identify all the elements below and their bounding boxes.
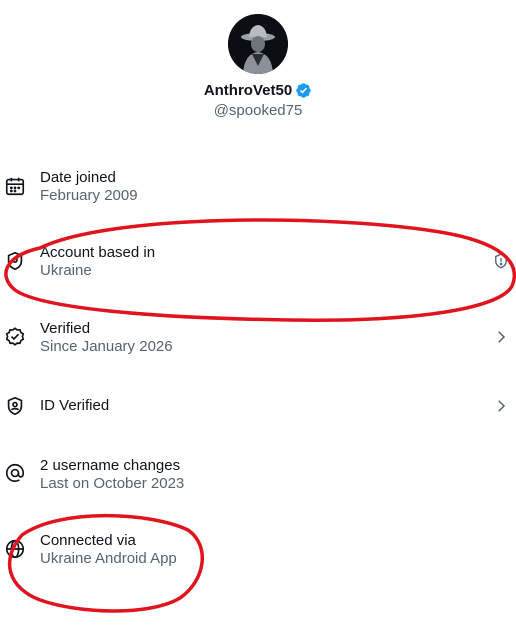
shield-info-icon[interactable] xyxy=(492,252,510,270)
at-sign-icon xyxy=(4,462,26,484)
verified-badge-outline-icon xyxy=(4,326,26,348)
row-title: Account based in xyxy=(40,244,156,261)
verified-badge-icon xyxy=(295,82,312,99)
row-username-changes: 2 username changes Last on October 2023 xyxy=(0,448,516,508)
profile-handle: @spooked75 xyxy=(213,102,303,119)
row-subtitle: Ukraine Android App xyxy=(40,550,177,567)
profile-header: AnthroVet50 @spooked75 xyxy=(0,14,516,119)
row-subtitle: Ukraine xyxy=(40,262,92,279)
avatar[interactable] xyxy=(228,14,288,74)
row-subtitle: Since January 2026 xyxy=(40,338,173,355)
row-date-joined: Date joined February 2009 xyxy=(0,160,516,220)
chevron-right-icon xyxy=(492,328,510,346)
row-verified[interactable]: Verified Since January 2026 xyxy=(0,311,516,371)
row-connected-via: Connected via Ukraine Android App xyxy=(0,523,516,583)
row-title: 2 username changes xyxy=(40,457,181,474)
row-title: Date joined xyxy=(40,169,116,186)
row-subtitle: February 2009 xyxy=(40,187,138,204)
row-subtitle: Last on October 2023 xyxy=(40,475,185,492)
row-account-based-in: Account based in Ukraine xyxy=(0,235,516,295)
globe-icon xyxy=(4,538,26,560)
location-shield-icon xyxy=(4,250,26,272)
chevron-right-icon xyxy=(492,397,510,415)
row-title: Connected via xyxy=(40,532,136,549)
row-id-verified[interactable]: ID Verified xyxy=(0,386,516,446)
display-name: AnthroVet50 xyxy=(203,82,293,99)
calendar-icon xyxy=(4,175,26,197)
id-shield-icon xyxy=(4,395,26,417)
row-title: Verified xyxy=(40,320,91,337)
row-title: ID Verified xyxy=(40,397,110,414)
